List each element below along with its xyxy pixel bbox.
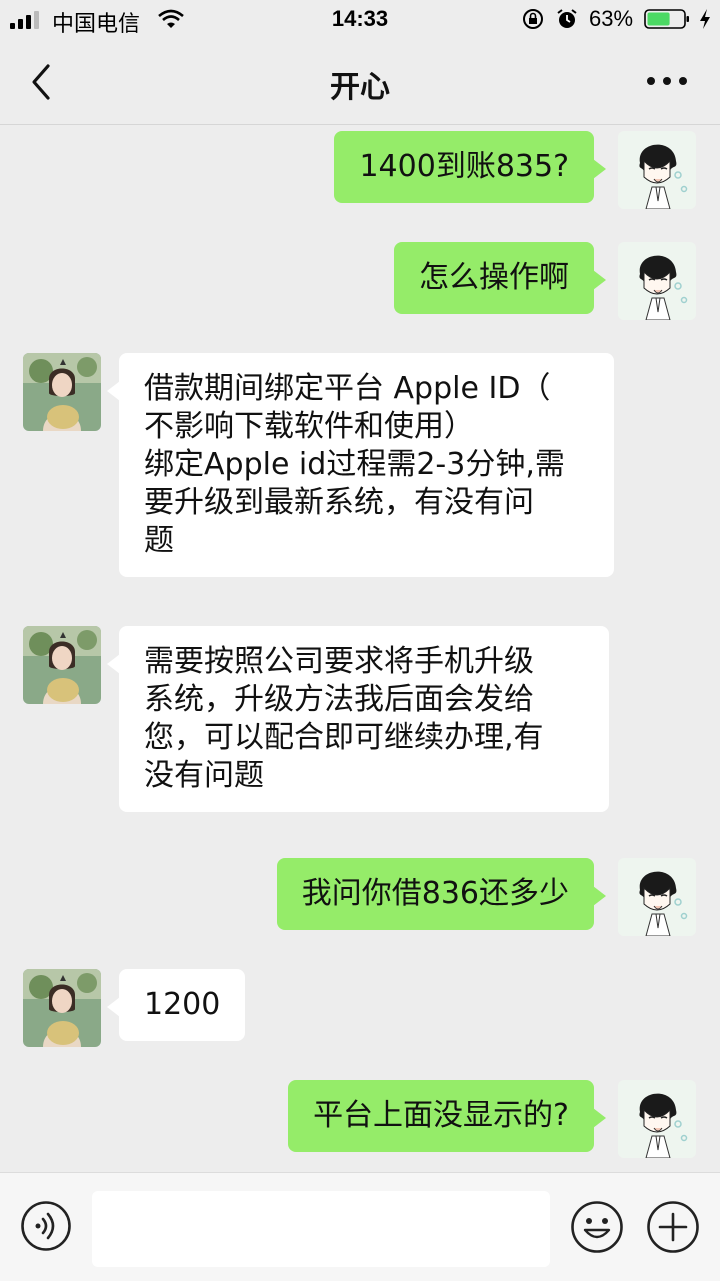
my-avatar[interactable] (618, 242, 696, 320)
emoji-icon[interactable] (570, 1200, 624, 1254)
alarm-icon (557, 9, 577, 28)
input-bar (0, 1172, 720, 1281)
my-avatar[interactable] (618, 858, 696, 936)
message-bubble-received[interactable]: 借款期间绑定平台 Apple ID（ 不影响下载软件和使用） 绑定Apple i… (107, 353, 614, 577)
contact-avatar[interactable] (23, 353, 101, 431)
my-avatar[interactable] (618, 131, 696, 209)
battery-percent: 63% (589, 6, 634, 31)
rotation-lock-icon (523, 9, 543, 29)
contact-avatar[interactable] (23, 626, 101, 704)
message-bubble-sent[interactable]: 怎么操作啊 (394, 242, 606, 314)
my-avatar[interactable] (618, 1080, 696, 1158)
charging-icon (700, 9, 710, 29)
message-input[interactable] (92, 1191, 550, 1267)
message-bubble-sent[interactable]: 我问你借836还多少 (276, 858, 607, 930)
message-bubble-sent[interactable]: 平台上面没显示的? (288, 1080, 606, 1152)
contact-avatar[interactable] (23, 969, 101, 1047)
message-bubble-received[interactable]: 需要按照公司要求将手机升级 系统，升级方法我后面会发给 您，可以配合即可继续办理… (107, 626, 609, 812)
more-dots-icon[interactable] (644, 68, 690, 94)
message-bubble-received[interactable]: 1200 (106, 969, 246, 1041)
battery-icon (644, 9, 689, 29)
status-bar: 中国电信 14:33 63% (0, 0, 720, 40)
message-bubble-sent[interactable]: 1400到账835? (334, 131, 606, 203)
plus-circle-icon[interactable] (646, 1200, 700, 1254)
voice-icon[interactable] (20, 1200, 72, 1252)
chat-title: 开心 (330, 70, 390, 105)
chat-header: 开心 (0, 40, 720, 125)
